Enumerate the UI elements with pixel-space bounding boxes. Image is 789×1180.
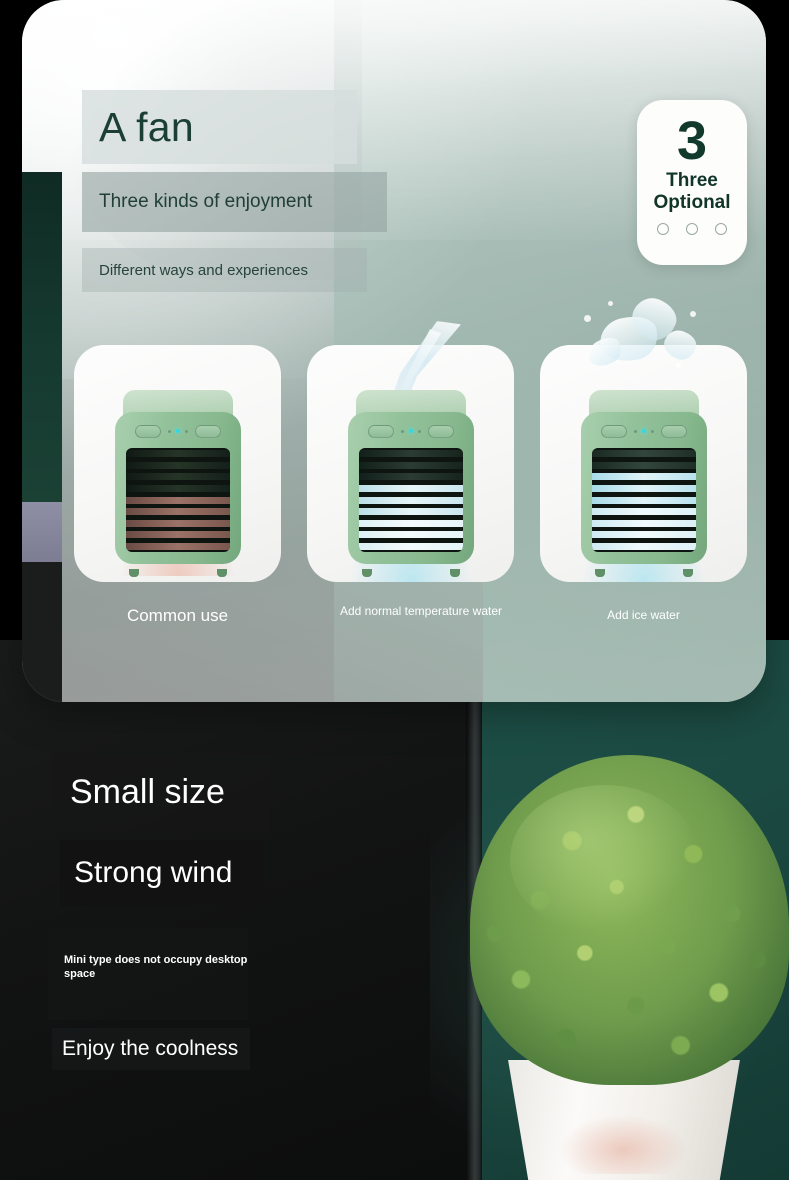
hero-tagline-block: Different ways and experiences (82, 248, 367, 292)
fan-control-panel (358, 418, 464, 444)
hero-panel: A fan Three kinds of enjoyment Different… (22, 0, 766, 702)
led-icon (633, 429, 637, 433)
speed-button-icon (427, 424, 454, 438)
option-dot-icon (715, 223, 727, 235)
fan-feet (594, 569, 693, 577)
fan-feet (361, 569, 460, 577)
fan-grille (358, 448, 463, 552)
fan-led-indicators (167, 429, 188, 433)
card-caption: Add normal temperature water (339, 604, 503, 618)
hero-title-block: A fan (82, 90, 357, 164)
card-caption: Add ice water (607, 608, 680, 622)
speed-button-icon (194, 424, 221, 438)
plant-foliage (470, 755, 789, 1085)
panel-left-lavender-strip (22, 502, 62, 562)
product-card (74, 345, 281, 582)
panel-left-dark-strip (22, 562, 62, 702)
feature-heading-small-size: Small size (52, 752, 270, 832)
led-icon-active (641, 429, 646, 433)
pot-shadow (558, 1114, 688, 1174)
feature-heading-strong-wind: Strong wind (60, 840, 265, 906)
badge-option-dots (657, 223, 727, 235)
fan-grille (591, 448, 696, 552)
product-marketing-image: A fan Three kinds of enjoyment Different… (0, 0, 789, 1180)
hero-subtitle-block: Three kinds of enjoyment (82, 172, 387, 232)
panel-left-green-strip (22, 172, 62, 502)
ice-water-splash (578, 292, 710, 393)
badge-line-two: Optional (653, 192, 731, 213)
card-caption: Common use (126, 606, 229, 625)
fan-control-panel (125, 418, 231, 444)
power-button-icon (134, 424, 161, 438)
feature-body-text: Mini type does not occupy desktop space (48, 928, 248, 1020)
fan-led-indicators (633, 429, 654, 433)
potted-plant (470, 745, 789, 1180)
fan-grille (125, 448, 230, 552)
led-icon-active (408, 429, 413, 433)
fan-led-indicators (400, 429, 421, 433)
fan-body (347, 412, 474, 564)
led-icon (650, 429, 654, 433)
speed-button-icon (660, 424, 687, 438)
option-dot-icon (686, 223, 698, 235)
fan-feet (128, 569, 227, 577)
hero-tagline: Different ways and experiences (99, 261, 309, 279)
dark-wall-backdrop (0, 640, 478, 1180)
led-icon (400, 429, 404, 433)
fan-unit (347, 390, 474, 582)
power-button-icon (367, 424, 394, 438)
fan-body (114, 412, 241, 564)
page-title: A fan (99, 103, 194, 150)
hero-subtitle: Three kinds of enjoyment (99, 191, 313, 212)
led-icon (184, 429, 188, 433)
feature-heading-enjoy-coolness: Enjoy the coolness (52, 1028, 250, 1070)
led-icon (417, 429, 421, 433)
fan-control-panel (591, 418, 697, 444)
product-card (307, 321, 514, 582)
product-card (540, 292, 747, 582)
option-dot-icon (657, 223, 669, 235)
badge-line-one: Three (666, 170, 718, 191)
led-icon (167, 429, 171, 433)
fan-unit (580, 390, 707, 582)
power-button-icon (600, 424, 627, 438)
fan-body (580, 412, 707, 564)
foliage-highlight (510, 785, 700, 935)
led-icon-active (175, 429, 180, 433)
badge-number: 3 (676, 111, 708, 171)
fan-unit (114, 390, 241, 577)
three-optional-badge: 3 Three Optional (637, 100, 747, 265)
